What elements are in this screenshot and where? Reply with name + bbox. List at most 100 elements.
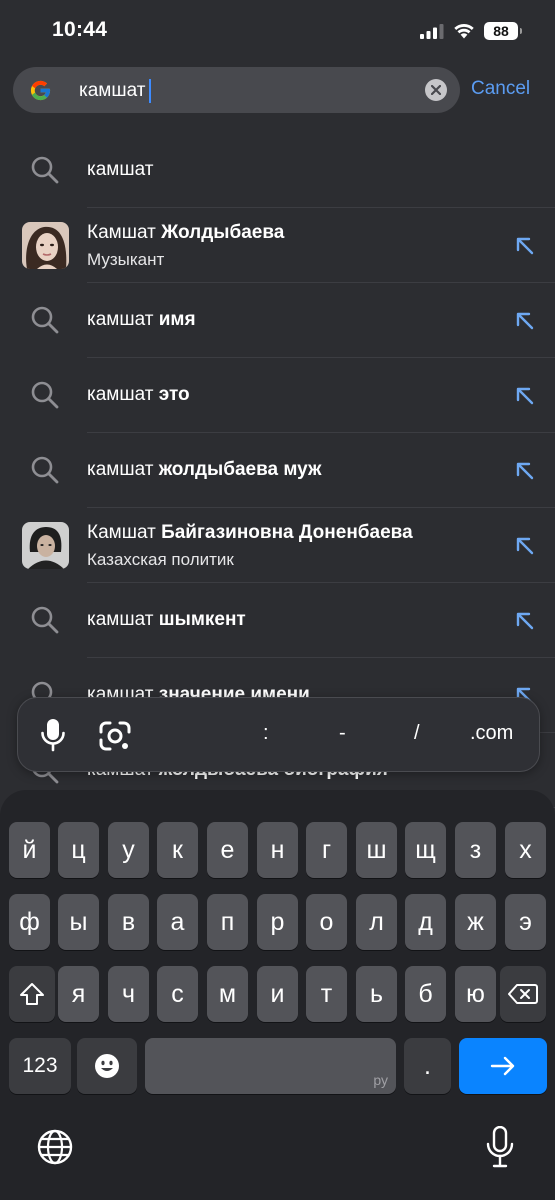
- search-input[interactable]: камшат: [79, 79, 152, 103]
- close-icon: [431, 85, 441, 95]
- clear-search-button[interactable]: [425, 79, 447, 101]
- key-н[interactable]: н: [257, 822, 298, 878]
- key-ь[interactable]: ь: [356, 966, 397, 1022]
- suggestion-completion: имя: [158, 309, 196, 330]
- key-г[interactable]: г: [306, 822, 347, 878]
- fill-query-arrow-icon[interactable]: [512, 308, 536, 332]
- key-е[interactable]: е: [207, 822, 248, 878]
- key-в[interactable]: в: [108, 894, 149, 950]
- dictation-microphone-icon[interactable]: [486, 1126, 514, 1168]
- keyboard-accessory-bar: : - / .com: [17, 697, 540, 772]
- suggestion-subtitle: Музыкант: [87, 250, 165, 269]
- text-caret: [149, 79, 152, 103]
- key-с[interactable]: с: [157, 966, 198, 1022]
- key-р[interactable]: р: [257, 894, 298, 950]
- shift-icon: [20, 983, 44, 1005]
- go-button[interactable]: [459, 1038, 547, 1094]
- key-д[interactable]: д: [405, 894, 446, 950]
- key-о[interactable]: о: [306, 894, 347, 950]
- key-л[interactable]: л: [356, 894, 397, 950]
- key-и[interactable]: и: [257, 966, 298, 1022]
- backspace-key[interactable]: [500, 966, 546, 1022]
- key-к[interactable]: к: [157, 822, 198, 878]
- key-э[interactable]: э: [505, 894, 546, 950]
- hyphen-key[interactable]: -: [339, 722, 346, 745]
- suggestion-text: Камшат Байгазиновна Доненбаева: [87, 522, 413, 544]
- key-м[interactable]: м: [207, 966, 248, 1022]
- suggestion-item[interactable]: Камшат Байгазиновна Доненбаева Казахская…: [0, 508, 555, 583]
- key-х[interactable]: х: [505, 822, 546, 878]
- wifi-icon: [454, 23, 474, 39]
- emoji-key[interactable]: [77, 1038, 137, 1094]
- fill-query-arrow-icon[interactable]: [512, 233, 536, 257]
- key-ж[interactable]: ж: [455, 894, 496, 950]
- suggestion-item[interactable]: камшат: [0, 133, 555, 208]
- key-п[interactable]: п: [207, 894, 248, 950]
- key-з[interactable]: з: [455, 822, 496, 878]
- key-ф[interactable]: ф: [9, 894, 50, 950]
- emoji-icon: [95, 1054, 119, 1078]
- avatar: [22, 522, 69, 569]
- status-bar: 10:44 88: [0, 0, 555, 60]
- suggestion-prefix: камшат: [87, 609, 154, 630]
- shift-key[interactable]: [9, 966, 55, 1022]
- suggestion-item[interactable]: камшат имя: [0, 283, 555, 358]
- key-ы[interactable]: ы: [58, 894, 99, 950]
- fill-query-arrow-icon[interactable]: [512, 383, 536, 407]
- dot-com-key[interactable]: .com: [470, 722, 513, 745]
- fill-query-arrow-icon[interactable]: [512, 458, 536, 482]
- suggestion-prefix: камшат: [87, 384, 154, 405]
- key-б[interactable]: б: [405, 966, 446, 1022]
- suggestion-prefix: Камшат: [87, 522, 156, 543]
- fill-query-arrow-icon[interactable]: [512, 608, 536, 632]
- suggestion-prefix: камшат: [87, 309, 154, 330]
- cancel-button[interactable]: Cancel: [471, 78, 530, 100]
- suggestion-prefix: камшат: [87, 459, 154, 480]
- key-щ[interactable]: щ: [405, 822, 446, 878]
- key-ц[interactable]: ц: [58, 822, 99, 878]
- suggestion-text: камшат: [87, 159, 153, 181]
- suggestion-item[interactable]: Камшат Жолдыбаева Музыкант: [0, 208, 555, 283]
- key-т[interactable]: т: [306, 966, 347, 1022]
- globe-icon[interactable]: [36, 1128, 74, 1166]
- key-й[interactable]: й: [9, 822, 50, 878]
- key-у[interactable]: у: [108, 822, 149, 878]
- status-time: 10:44: [52, 18, 108, 41]
- backspace-icon: [508, 984, 538, 1004]
- space-key[interactable]: ру: [145, 1038, 396, 1094]
- search-icon: [31, 456, 59, 484]
- key-ч[interactable]: ч: [108, 966, 149, 1022]
- fill-query-arrow-icon[interactable]: [512, 533, 536, 557]
- suggestion-text: камшат шымкент: [87, 609, 246, 631]
- colon-key[interactable]: :: [263, 722, 269, 745]
- period-key[interactable]: .: [404, 1038, 451, 1094]
- suggestion-prefix: камшат: [87, 159, 154, 180]
- keyboard-language-label: ру: [373, 1072, 388, 1088]
- suggestion-prefix: Камшат: [87, 222, 156, 243]
- microphone-icon[interactable]: [40, 718, 66, 752]
- suggestion-completion: жолдыбаева муж: [158, 459, 322, 480]
- numbers-key[interactable]: 123: [9, 1038, 71, 1094]
- google-lens-icon[interactable]: [98, 720, 132, 752]
- search-bar[interactable]: камшат: [13, 67, 460, 113]
- search-icon: [31, 381, 59, 409]
- slash-key[interactable]: /: [414, 722, 420, 745]
- suggestion-completion: это: [158, 384, 190, 405]
- key-а[interactable]: а: [157, 894, 198, 950]
- avatar: [22, 222, 69, 269]
- search-input-text: камшат: [79, 80, 146, 101]
- suggestion-text: камшат это: [87, 384, 190, 406]
- key-ю[interactable]: ю: [455, 966, 496, 1022]
- suggestion-completion: Жолдыбаева: [161, 222, 285, 243]
- key-ш[interactable]: ш: [356, 822, 397, 878]
- search-icon: [31, 606, 59, 634]
- google-logo-icon: [30, 80, 51, 101]
- suggestion-text: камшат жолдыбаева муж: [87, 459, 321, 481]
- suggestion-item[interactable]: камшат жолдыбаева муж: [0, 433, 555, 508]
- arrow-right-icon: [490, 1056, 515, 1076]
- key-я[interactable]: я: [58, 966, 99, 1022]
- suggestion-item[interactable]: камшат это: [0, 358, 555, 433]
- suggestion-text: камшат имя: [87, 309, 196, 331]
- suggestion-item[interactable]: камшат шымкент: [0, 583, 555, 658]
- battery-indicator: 88: [484, 22, 522, 40]
